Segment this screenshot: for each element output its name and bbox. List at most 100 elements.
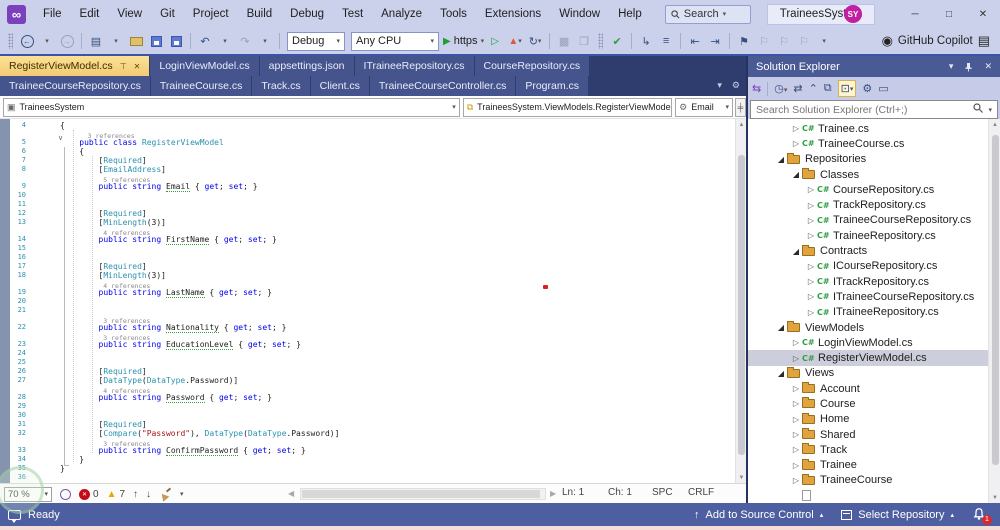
redo-caret-icon[interactable]: ▾ [256,31,274,51]
menu-tools[interactable]: Tools [431,0,476,28]
fold-collapse-icon[interactable]: ∨ [58,134,63,142]
warning-indicator[interactable]: ▲ 7 [107,489,125,500]
scroll-up-icon[interactable]: ▲ [989,119,1000,130]
tree-item-views[interactable]: ◢ Views [748,366,1000,381]
code-text-area[interactable]: ∨ 4{ 3 references 5 public class Register… [0,119,735,483]
document-tab[interactable]: ITraineeRepository.cs [354,56,474,76]
tree-item-trainee[interactable]: ▷ Trainee [748,458,1000,473]
search-box[interactable]: Search ▾ [664,4,751,24]
solution-explorer-header[interactable]: Solution Explorer ▾ ✕ [748,56,1000,77]
undo-button[interactable]: ↶ [196,31,214,51]
indent-decrease-icon[interactable]: ⇤ [686,31,704,51]
document-tab[interactable]: LoginViewModel.cs [150,56,259,76]
add-to-source-control-button[interactable]: ↑ Add to Source Control ▴ [694,509,823,521]
solution-platform-dropdown[interactable]: Any CPU ▾ [351,31,439,51]
previous-issue-icon[interactable]: ↑ [133,489,138,500]
menu-git[interactable]: Git [151,0,184,28]
new-project-icon[interactable]: ▤ [87,31,105,51]
scrollbar-thumb[interactable] [738,155,745,455]
code-cleanup-icon[interactable] [158,487,172,502]
tab-overflow-caret-icon[interactable]: ▾ [717,80,722,91]
properties-wrench-icon[interactable]: ⚙ [862,82,872,95]
expander-icon[interactable]: ▷ [790,476,802,485]
expander-icon[interactable]: ▷ [790,384,802,393]
tree-item-viewmodels[interactable]: ◢ ViewModels [748,320,1000,335]
tree-item-home[interactable]: ▷ Home [748,412,1000,427]
tree-item-loginviewmodel-cs[interactable]: ▷ C# LoginViewModel.cs [748,335,1000,350]
hscroll-left-icon[interactable]: ◀ [288,489,294,498]
code-cleanup-caret-icon[interactable]: ▾ [180,490,184,498]
menu-window[interactable]: Window [550,0,609,28]
tree-item-contracts[interactable]: ◢ Contracts [748,243,1000,258]
editor-split-handle[interactable]: ╪ [735,97,746,117]
new-item-caret-icon[interactable]: ▾ [107,31,125,51]
restart-icon[interactable]: ↻ ▾ [526,31,544,51]
expander-icon[interactable]: ▷ [805,262,817,271]
expander-icon[interactable]: ▷ [790,354,802,363]
tree-item-courserepository-cs[interactable]: ▷ C# CourseRepository.cs [748,182,1000,197]
hscrollbar-thumb[interactable] [302,490,540,498]
redo-button[interactable]: ↷ [236,31,254,51]
expander-icon[interactable]: ▷ [805,277,817,286]
find-in-files-icon[interactable]: ▩ [555,31,573,51]
bookmark-previous-icon[interactable]: ⚐ [755,31,773,51]
tree-item-itraineerepository-cs[interactable]: ▷ C# ITraineeRepository.cs [748,305,1000,320]
feedback-bubble-icon[interactable] [8,509,21,523]
close-tab-icon[interactable]: ✕ [134,62,141,71]
nested-file-toggle-icon[interactable]: ⊡ ▾ [837,80,857,97]
document-tab[interactable]: TraineeCourse.cs [150,76,252,96]
tree-item-account[interactable]: ▷ Account [748,381,1000,396]
navigate-back-caret-icon[interactable]: ▾ [38,31,56,51]
expander-icon[interactable]: ▷ [790,338,802,347]
tree-item-itraineecourserepository-cs[interactable]: ▷ C# ITraineeCourseRepository.cs [748,289,1000,304]
tree-item-course[interactable]: ▷ Course [748,396,1000,411]
scrollbar-thumb[interactable] [991,135,999,465]
expander-icon[interactable]: ▷ [805,216,817,225]
sync-with-active-document-icon[interactable]: ⇄ [793,82,802,95]
expander-icon[interactable]: ▷ [790,445,802,454]
search-options-caret-icon[interactable]: ▾ [988,106,992,114]
menu-project[interactable]: Project [184,0,238,28]
save-all-button[interactable] [167,31,185,51]
expander-icon[interactable]: ▷ [790,461,802,470]
start-without-debugging-icon[interactable]: ▷ [486,31,504,51]
panel-menu-caret-icon[interactable]: ▾ [949,61,954,72]
tree-item-traineecourse[interactable]: ▷ TraineeCourse [748,473,1000,488]
editor-horizontal-scrollbar[interactable] [300,488,546,500]
member-dropdown[interactable]: ⚙ Email ▾ [675,97,734,117]
solution-explorer-search-input[interactable]: Search Solution Explorer (Ctrl+;) ▾ [750,100,998,119]
expander-icon[interactable]: ▷ [790,124,802,133]
navigate-forward-button[interactable]: → [58,31,76,51]
pending-changes-filter-icon[interactable]: ◷▾ [774,82,787,95]
document-tab[interactable]: TraineeCourseController.cs [369,76,516,96]
scroll-down-icon[interactable]: ▼ [736,472,746,483]
expander-icon[interactable]: ▷ [805,308,817,317]
tree-item-itrackrepository-cs[interactable]: ▷ C# ITrackRepository.cs [748,274,1000,289]
notifications-button[interactable]: 1 [972,507,992,525]
preview-selected-icon[interactable]: ▭ [878,82,888,95]
solution-configuration-dropdown[interactable]: Debug ▾ [287,31,345,51]
tree-item-track[interactable]: ▷ Track [748,442,1000,457]
next-issue-icon[interactable]: ↓ [146,489,151,500]
menu-file[interactable]: File [34,0,71,28]
expander-icon[interactable]: ▷ [790,415,802,424]
document-tab[interactable]: Program.cs [516,76,589,96]
tree-item-trainee-cs[interactable]: ▷ C# Trainee.cs [748,121,1000,136]
tree-item-traineecourserepository-cs[interactable]: ▷ C# TraineeCourseRepository.cs [748,213,1000,228]
zoom-level-dropdown[interactable]: 70 % ▾ [4,486,52,502]
tab-settings-gear-icon[interactable]: ⚙ [732,80,740,91]
menu-help[interactable]: Help [609,0,651,28]
menu-build[interactable]: Build [238,0,282,28]
step-into-icon[interactable]: ↳ [637,31,655,51]
bookmark-next-icon[interactable]: ⚐ [775,31,793,51]
document-tab[interactable]: appsettings.json [259,56,354,76]
select-repository-button[interactable]: Select Repository ▴ [841,509,954,521]
menu-debug[interactable]: Debug [281,0,333,28]
bookmark-icon[interactable]: ⚑ [735,31,753,51]
hot-reload-icon[interactable]: ▲ ▾ [506,31,524,51]
save-button[interactable] [147,31,165,51]
tree-item-traineecourse-cs[interactable]: ▷ C# TraineeCourse.cs [748,136,1000,151]
close-button[interactable]: ✕ [966,0,1000,28]
comment-icon[interactable]: ≡ [657,31,675,51]
scroll-down-icon[interactable]: ▼ [989,492,1000,503]
